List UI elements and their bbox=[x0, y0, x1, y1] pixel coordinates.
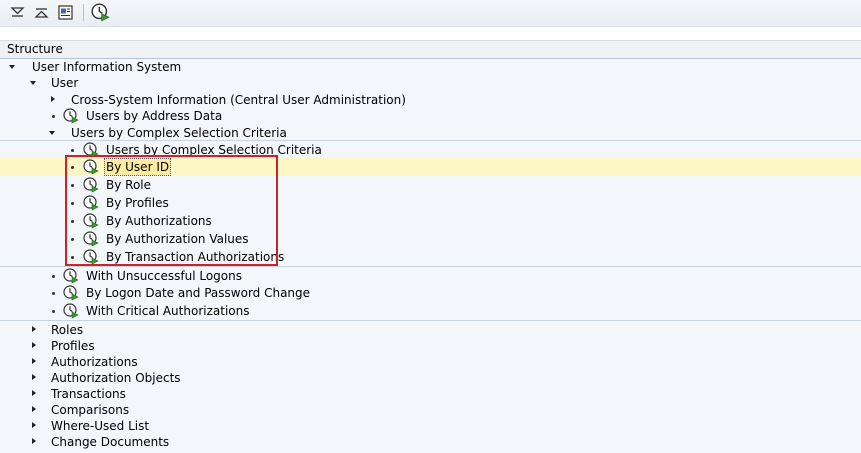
report-label[interactable]: With Unsuccessful Logons bbox=[86, 268, 242, 284]
bullet bbox=[52, 310, 55, 313]
report-by-logon-date-and-password-change[interactable]: By Logon Date and Password Change bbox=[0, 284, 861, 302]
bullet bbox=[52, 292, 55, 295]
expand-triangle-icon[interactable] bbox=[32, 374, 36, 380]
report-label[interactable]: By Role bbox=[106, 177, 151, 193]
report-label[interactable]: By Transaction Authorizations bbox=[106, 249, 284, 265]
collapse-triangle-icon[interactable] bbox=[30, 81, 36, 85]
execute-report-icon[interactable] bbox=[83, 249, 99, 265]
execute-report-icon[interactable] bbox=[83, 177, 99, 193]
expand-triangle-icon[interactable] bbox=[51, 96, 55, 102]
report-label[interactable]: By Authorizations bbox=[106, 213, 212, 229]
expand-triangle-icon[interactable] bbox=[32, 342, 36, 348]
bullet bbox=[52, 115, 55, 118]
bullet bbox=[52, 275, 55, 278]
structure-tree: Structure User Information System User C… bbox=[0, 40, 861, 453]
execute-report-icon[interactable] bbox=[63, 268, 79, 284]
bullet bbox=[71, 238, 74, 241]
application-toolbar bbox=[0, 0, 861, 27]
execute-report-icon[interactable] bbox=[83, 195, 99, 211]
tree-node-label[interactable]: Cross-System Information (Central User A… bbox=[71, 92, 406, 108]
documentation-icon[interactable] bbox=[56, 3, 75, 22]
report-label[interactable]: By Profiles bbox=[106, 195, 169, 211]
execute-report-icon[interactable] bbox=[83, 231, 99, 247]
tree-node-label[interactable]: User bbox=[51, 75, 78, 91]
tree-node-label[interactable]: Where-Used List bbox=[51, 418, 149, 434]
report-by-profiles[interactable]: By Profiles bbox=[0, 194, 861, 212]
tree-header: Structure bbox=[0, 41, 861, 59]
report-users-by-address-data[interactable]: Users by Address Data bbox=[0, 107, 861, 125]
tree-node-user[interactable]: User bbox=[0, 74, 861, 92]
tree-node-label[interactable]: Change Documents bbox=[51, 434, 169, 450]
tree-node-label[interactable]: Authorization Objects bbox=[51, 370, 181, 386]
collapse-triangle-icon[interactable] bbox=[9, 65, 15, 69]
tree-node-label[interactable]: Users by Complex Selection Criteria bbox=[71, 125, 287, 141]
bullet bbox=[71, 149, 74, 152]
tree-node-label[interactable]: Transactions bbox=[51, 386, 126, 402]
tree-node-label[interactable]: Comparisons bbox=[51, 402, 129, 418]
bullet bbox=[71, 184, 74, 187]
expand-triangle-icon[interactable] bbox=[32, 326, 36, 332]
tree-node-change-documents[interactable]: Change Documents bbox=[0, 433, 861, 451]
bullet bbox=[71, 220, 74, 223]
report-with-unsuccessful-logons[interactable]: With Unsuccessful Logons bbox=[0, 266, 861, 285]
expand-triangle-icon[interactable] bbox=[32, 422, 36, 428]
expand-triangle-icon[interactable] bbox=[32, 438, 36, 444]
report-by-authorization-values[interactable]: By Authorization Values bbox=[0, 230, 861, 248]
report-users-by-complex-selection-criteria[interactable]: Users by Complex Selection Criteria bbox=[0, 140, 861, 159]
tree-node-label[interactable]: Profiles bbox=[51, 338, 95, 354]
execute-report-icon[interactable] bbox=[83, 213, 99, 229]
toolbar-separator bbox=[83, 4, 84, 21]
report-label[interactable]: By Authorization Values bbox=[106, 231, 249, 247]
tree-node-label[interactable]: User Information System bbox=[32, 59, 181, 75]
collapse-all-icon[interactable] bbox=[32, 3, 51, 22]
expand-all-icon[interactable] bbox=[8, 3, 27, 22]
execute-report-icon[interactable] bbox=[83, 159, 99, 175]
tree-node-label[interactable]: Roles bbox=[51, 322, 83, 338]
expand-triangle-icon[interactable] bbox=[32, 406, 36, 412]
tree-header-label: Structure bbox=[7, 42, 63, 56]
report-label[interactable]: With Critical Authorizations bbox=[86, 303, 249, 319]
report-with-critical-authorizations[interactable]: With Critical Authorizations bbox=[0, 302, 861, 320]
execute-report-icon[interactable] bbox=[63, 108, 79, 124]
report-label[interactable]: By User ID bbox=[103, 158, 172, 176]
report-by-user-id[interactable]: By User ID bbox=[0, 158, 861, 176]
execute-icon[interactable] bbox=[91, 3, 110, 22]
report-by-transaction-authorizations[interactable]: By Transaction Authorizations bbox=[0, 248, 861, 266]
bullet bbox=[71, 166, 74, 169]
execute-report-icon[interactable] bbox=[63, 285, 79, 301]
execute-report-icon[interactable] bbox=[63, 303, 79, 319]
collapse-triangle-icon[interactable] bbox=[49, 131, 55, 135]
report-by-role[interactable]: By Role bbox=[0, 176, 861, 194]
tree-node-label[interactable]: Authorizations bbox=[51, 354, 138, 370]
expand-triangle-icon[interactable] bbox=[32, 358, 36, 364]
execute-report-icon[interactable] bbox=[83, 142, 99, 158]
bullet bbox=[71, 202, 74, 205]
report-label[interactable]: Users by Complex Selection Criteria bbox=[106, 142, 322, 158]
report-by-authorizations[interactable]: By Authorizations bbox=[0, 212, 861, 230]
expand-triangle-icon[interactable] bbox=[32, 390, 36, 396]
bullet bbox=[71, 256, 74, 259]
report-label[interactable]: Users by Address Data bbox=[86, 108, 222, 124]
report-label[interactable]: By Logon Date and Password Change bbox=[86, 285, 310, 301]
